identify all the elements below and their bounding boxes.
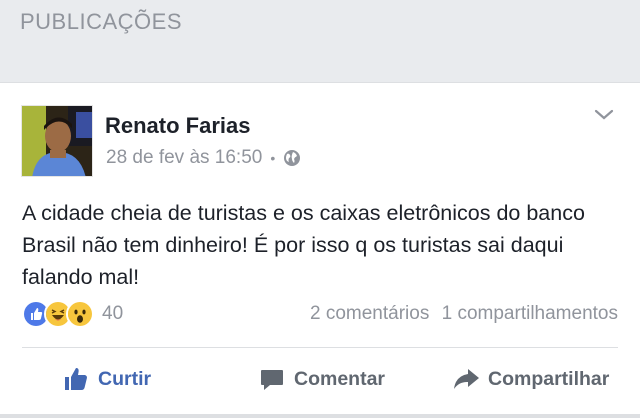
comment-button-label: Comentar (294, 367, 386, 390)
reactions-summary[interactable]: 40 (22, 299, 123, 329)
share-arrow-icon (452, 365, 480, 393)
comment-button[interactable]: Comentar (258, 365, 385, 393)
post-meta: 28 de fev às 16:50 • (106, 147, 301, 169)
wow-reaction-icon (66, 300, 94, 328)
like-button[interactable]: Curtir (62, 365, 151, 393)
action-bar: Curtir Comentar Compartilhar (0, 351, 640, 411)
globe-icon (283, 149, 301, 167)
post-card: Renato Farias 28 de fev às 16:50 • A cid… (0, 82, 640, 418)
section-header: PUBLICAÇÕES (0, 0, 640, 82)
thumbs-up-icon (62, 365, 90, 393)
like-button-label: Curtir (98, 367, 152, 390)
divider (22, 347, 618, 348)
section-title: PUBLICAÇÕES (20, 9, 182, 34)
comment-icon (258, 365, 286, 393)
share-button-label: Compartilhar (488, 367, 610, 390)
reaction-count: 40 (102, 303, 124, 324)
avatar-photo (22, 106, 92, 176)
chevron-down-icon[interactable] (592, 107, 616, 123)
engagement-summary: 2 comentários 1 compartilhamentos (310, 303, 618, 325)
author-name[interactable]: Renato Farias (105, 113, 251, 139)
bottom-separator (0, 414, 640, 418)
post-timestamp[interactable]: 28 de fev às 16:50 (106, 147, 262, 169)
meta-separator: • (270, 150, 276, 166)
share-button[interactable]: Compartilhar (452, 365, 609, 393)
avatar[interactable] (21, 105, 93, 177)
post-text: A cidade cheia de turistas e os caixas e… (22, 201, 585, 289)
comments-count-link[interactable]: 2 comentários (310, 303, 429, 324)
shares-count-link[interactable]: 1 compartilhamentos (442, 303, 618, 324)
